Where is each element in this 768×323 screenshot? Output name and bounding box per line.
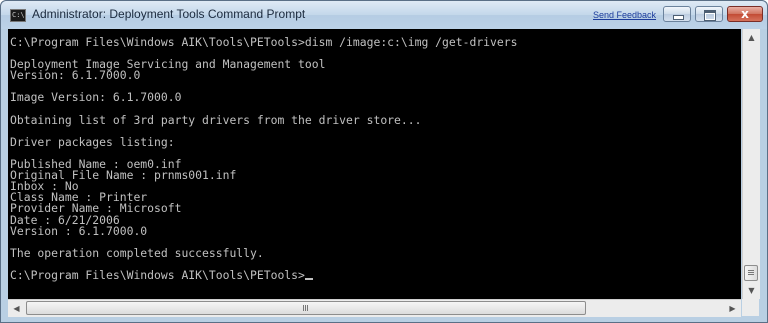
console-line: The operation completed successfully. [10, 245, 264, 260]
command-prompt-window: C:\ Administrator: Deployment Tools Comm… [0, 0, 768, 323]
send-feedback-link[interactable]: Send Feedback [593, 10, 656, 20]
scroll-left-icon[interactable]: ◀ [8, 300, 25, 317]
horizontal-scrollbar[interactable]: ◀ ▶ [8, 299, 741, 317]
title-bar[interactable]: C:\ Administrator: Deployment Tools Comm… [1, 1, 767, 29]
console-app-icon[interactable]: C:\ [10, 9, 26, 22]
window-title: Administrator: Deployment Tools Command … [32, 7, 306, 21]
vertical-scrollbar[interactable]: ▲ ▼ [742, 29, 760, 299]
close-button[interactable]: x [727, 6, 763, 22]
close-icon: x [741, 7, 749, 21]
scroll-down-icon[interactable]: ▼ [743, 282, 760, 299]
console-line: Driver packages listing: [10, 134, 175, 149]
console-line: Version: 6.1.7000.0 [10, 68, 141, 83]
horizontal-scroll-thumb[interactable] [26, 301, 586, 315]
scroll-right-icon[interactable]: ▶ [724, 300, 741, 317]
console-line: C:\Program Files\Windows AIK\Tools\PEToo… [10, 267, 305, 282]
scroll-up-icon[interactable]: ▲ [743, 29, 760, 46]
vertical-scroll-thumb[interactable] [744, 265, 758, 281]
text-cursor [304, 277, 313, 280]
maximize-button[interactable] [695, 6, 723, 22]
scrollbar-corner [742, 299, 759, 316]
grip-icon [748, 270, 754, 271]
minimize-button[interactable] [663, 6, 691, 22]
console-output-area[interactable]: C:\Program Files\Windows AIK\Tools\PEToo… [8, 29, 741, 299]
console-line: C:\Program Files\Windows AIK\Tools\PEToo… [10, 35, 518, 49]
console-line: Image Version: 6.1.7000.0 [10, 90, 182, 105]
grip-icon [303, 305, 304, 311]
console-line: Obtaining list of 3rd party drivers from… [10, 112, 422, 127]
minimize-icon [673, 15, 684, 20]
maximize-icon [704, 10, 716, 21]
console-line: Version : 6.1.7000.0 [10, 223, 148, 238]
console-text: C:\Program Files\Windows AIK\Tools\PEToo… [8, 29, 741, 281]
